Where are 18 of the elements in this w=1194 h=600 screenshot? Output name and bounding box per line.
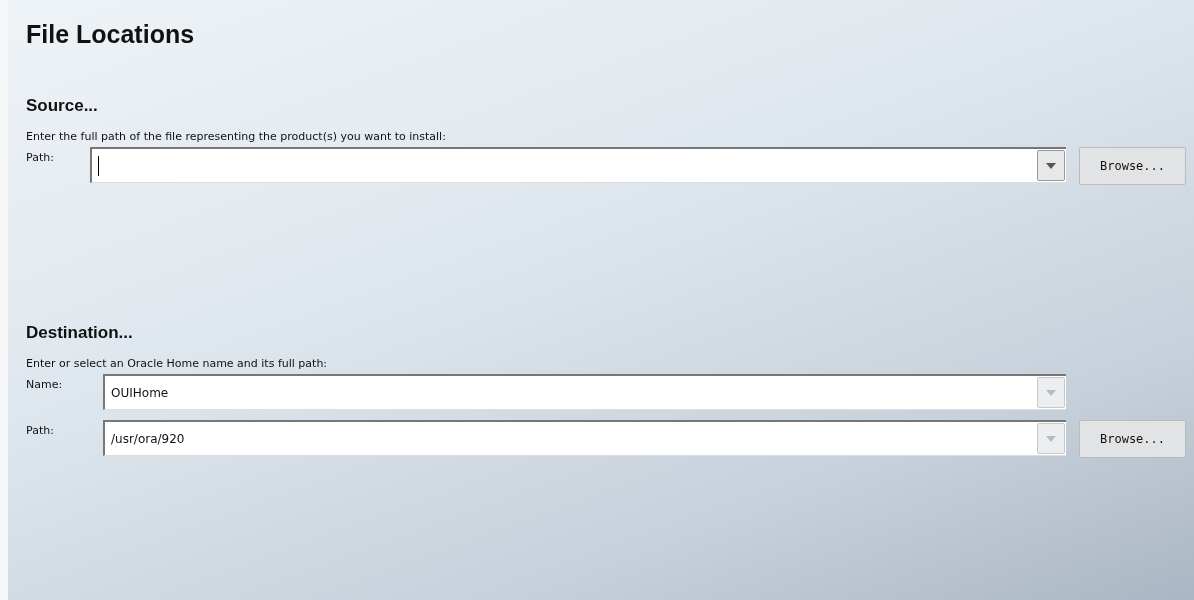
combo-field[interactable]: OUIHome bbox=[103, 374, 1066, 410]
combo-field[interactable] bbox=[90, 147, 1066, 183]
page-title: File Locations bbox=[26, 19, 196, 50]
browse-button[interactable]: Browse... bbox=[1079, 147, 1186, 185]
field-label: Path: bbox=[25, 423, 55, 437]
section-heading: Destination... bbox=[26, 323, 134, 343]
caret-down-icon bbox=[1046, 435, 1056, 442]
field-label: Path: bbox=[25, 150, 55, 164]
section-heading: Source... bbox=[26, 96, 99, 116]
text-cursor bbox=[98, 155, 99, 176]
instruction-text: Enter the full path of the file representing the product(s) you want to install: bbox=[26, 130, 447, 143]
combo-field[interactable]: /usr/ora/920 bbox=[103, 420, 1066, 456]
field-label: Name: bbox=[25, 377, 64, 391]
caret-down-icon bbox=[1046, 162, 1056, 169]
dropdown-button[interactable] bbox=[1037, 150, 1065, 181]
browse-button[interactable]: Browse... bbox=[1079, 420, 1186, 458]
caret-down-icon bbox=[1046, 389, 1056, 396]
instruction-text: Enter or select an Oracle Home name and its full path: bbox=[26, 357, 329, 370]
